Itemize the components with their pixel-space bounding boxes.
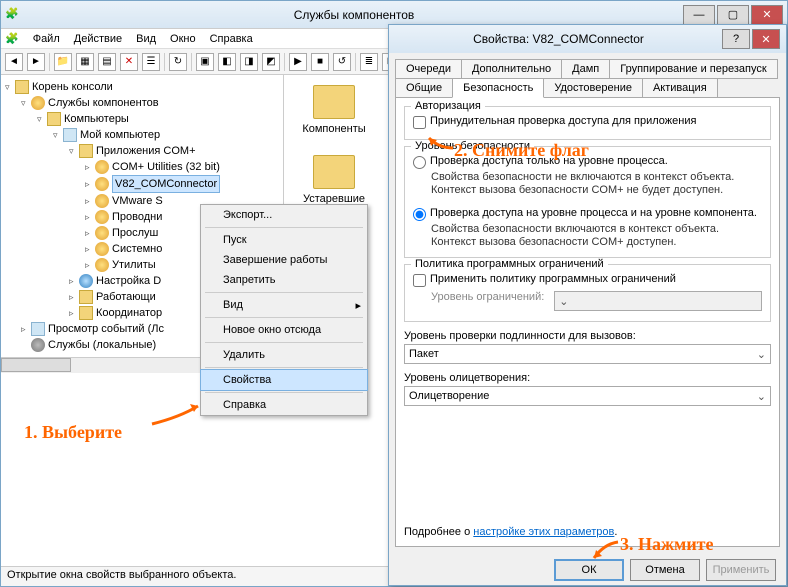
radio-process-only-label: Проверка доступа только на уровне процес… <box>430 155 668 167</box>
auth-group: Авторизация Принудительная проверка дост… <box>404 106 771 140</box>
impersonation-label: Уровень олицетворения: <box>404 372 771 384</box>
tab-content: Авторизация Принудительная проверка дост… <box>395 97 780 547</box>
tree-root[interactable]: Корень консоли <box>5 79 281 95</box>
more-info-row: Подробнее о настройке этих параметров. <box>404 526 771 538</box>
view1-icon[interactable]: ▦ <box>76 53 94 71</box>
ctx-properties[interactable]: Свойства <box>200 369 368 391</box>
auth-group-title: Авторизация <box>411 100 485 112</box>
view2-icon[interactable]: ▤ <box>98 53 116 71</box>
tab-identity[interactable]: Удостоверение <box>543 78 643 98</box>
t4-icon[interactable]: ◩ <box>262 53 280 71</box>
t1-icon[interactable]: ▣ <box>196 53 214 71</box>
restriction-level-select <box>554 291 762 311</box>
dialog-title: Свойства: V82_COMConnector <box>395 32 722 46</box>
back-icon[interactable]: ◄ <box>5 53 23 71</box>
menu-action[interactable]: Действие <box>74 33 122 45</box>
maximize-button[interactable] <box>717 5 749 25</box>
security-level-group: Уровень безопасности Проверка доступа то… <box>404 146 771 258</box>
radio2-detail: Свойства безопасности включаются в конте… <box>431 223 762 249</box>
t7-icon[interactable]: ↺ <box>333 53 351 71</box>
radio-process-only[interactable] <box>413 156 426 169</box>
ctx-view[interactable]: Вид <box>201 295 367 315</box>
content-legacy[interactable]: Устаревшие <box>294 155 374 205</box>
ctx-disable[interactable]: Запретить <box>201 270 367 290</box>
tab-security[interactable]: Безопасность <box>452 78 544 98</box>
tree-computers[interactable]: Компьютеры <box>37 111 281 127</box>
apply-policy-checkbox[interactable] <box>413 274 426 287</box>
force-check-checkbox[interactable] <box>413 116 426 129</box>
policy-title: Политика программных ограничений <box>411 258 608 270</box>
tab-grouping[interactable]: Группирование и перезапуск <box>609 59 777 79</box>
dialog-titlebar: Свойства: V82_COMConnector ? ✕ <box>389 25 786 53</box>
folder-icon <box>313 85 355 119</box>
cancel-button[interactable]: Отмена <box>630 559 700 581</box>
apply-button[interactable]: Применить <box>706 559 776 581</box>
menu-file[interactable]: Файл <box>33 33 60 45</box>
up-icon[interactable]: 📁 <box>54 53 72 71</box>
tree-v82[interactable]: V82_COMConnector <box>85 175 281 193</box>
menu-window[interactable]: Окно <box>170 33 196 45</box>
dialog-help-button[interactable]: ? <box>722 29 750 49</box>
dialog-tabs: Очереди Дополнительно Дамп Группирование… <box>389 53 786 97</box>
tab-activation[interactable]: Активация <box>642 78 718 98</box>
tree-my-computer[interactable]: Мой компьютер <box>53 127 281 143</box>
policy-group: Политика программных ограничений Примени… <box>404 264 771 322</box>
tree-services[interactable]: Службы компонентов <box>21 95 281 111</box>
radio-process-component-label: Проверка доступа на уровне процесса и на… <box>430 207 757 219</box>
tab-queues[interactable]: Очереди <box>395 59 462 79</box>
tree-com-util[interactable]: COM+ Utilities (32 bit) <box>85 159 281 175</box>
t2-icon[interactable]: ◧ <box>218 53 236 71</box>
window-title: Службы компонентов <box>27 8 681 22</box>
t3-icon[interactable]: ◨ <box>240 53 258 71</box>
menu-icon: 🧩 <box>5 32 19 45</box>
dialog-buttons: ОК Отмена Применить <box>389 553 786 587</box>
impersonation-select[interactable]: Олицетворение <box>404 386 771 406</box>
ctx-help[interactable]: Справка <box>201 395 367 415</box>
properties-dialog: Свойства: V82_COMConnector ? ✕ Очереди Д… <box>388 24 787 586</box>
auth-level-select[interactable]: Пакет <box>404 344 771 364</box>
radio1-detail: Свойства безопасности не включаются в ко… <box>431 171 762 197</box>
window-buttons <box>681 5 783 25</box>
delete-icon[interactable]: ✕ <box>120 53 138 71</box>
force-check-label: Принудительная проверка доступа для прил… <box>430 115 696 127</box>
app-icon: 🧩 <box>5 7 21 23</box>
ctx-shutdown[interactable]: Завершение работы <box>201 250 367 270</box>
tab-dump[interactable]: Дамп <box>561 59 610 79</box>
tab-general[interactable]: Общие <box>395 78 453 98</box>
ctx-export[interactable]: Экспорт... <box>201 205 367 225</box>
props-icon[interactable]: ☰ <box>142 53 160 71</box>
more-info-link[interactable]: настройке этих параметров <box>473 526 614 538</box>
auth-level-label: Уровень проверки подлинности для вызовов… <box>404 330 771 342</box>
restriction-level-label: Уровень ограничений: <box>431 291 544 303</box>
apply-policy-label: Применить политику программных ограничен… <box>430 273 676 285</box>
menu-view[interactable]: Вид <box>136 33 156 45</box>
ctx-delete[interactable]: Удалить <box>201 345 367 365</box>
tree-com-apps[interactable]: Приложения COM+ <box>69 143 281 159</box>
context-menu: Экспорт... Пуск Завершение работы Запрет… <box>200 204 368 416</box>
t8-icon[interactable]: ≣ <box>360 53 378 71</box>
t5-icon[interactable]: ▶ <box>289 53 307 71</box>
close-button[interactable] <box>751 5 783 25</box>
tab-advanced[interactable]: Дополнительно <box>461 59 562 79</box>
t6-icon[interactable]: ■ <box>311 53 329 71</box>
ctx-new-window[interactable]: Новое окно отсюда <box>201 320 367 340</box>
minimize-button[interactable] <box>683 5 715 25</box>
content-components[interactable]: Компоненты <box>294 85 374 135</box>
radio-process-component[interactable] <box>413 208 426 221</box>
sec-level-title: Уровень безопасности <box>411 140 534 152</box>
menu-help[interactable]: Справка <box>210 33 253 45</box>
ok-button[interactable]: ОК <box>554 559 624 581</box>
ctx-start[interactable]: Пуск <box>201 230 367 250</box>
dialog-close-button[interactable]: ✕ <box>752 29 780 49</box>
forward-icon[interactable]: ► <box>27 53 45 71</box>
refresh-icon[interactable]: ↻ <box>169 53 187 71</box>
folder-icon <box>313 155 355 189</box>
